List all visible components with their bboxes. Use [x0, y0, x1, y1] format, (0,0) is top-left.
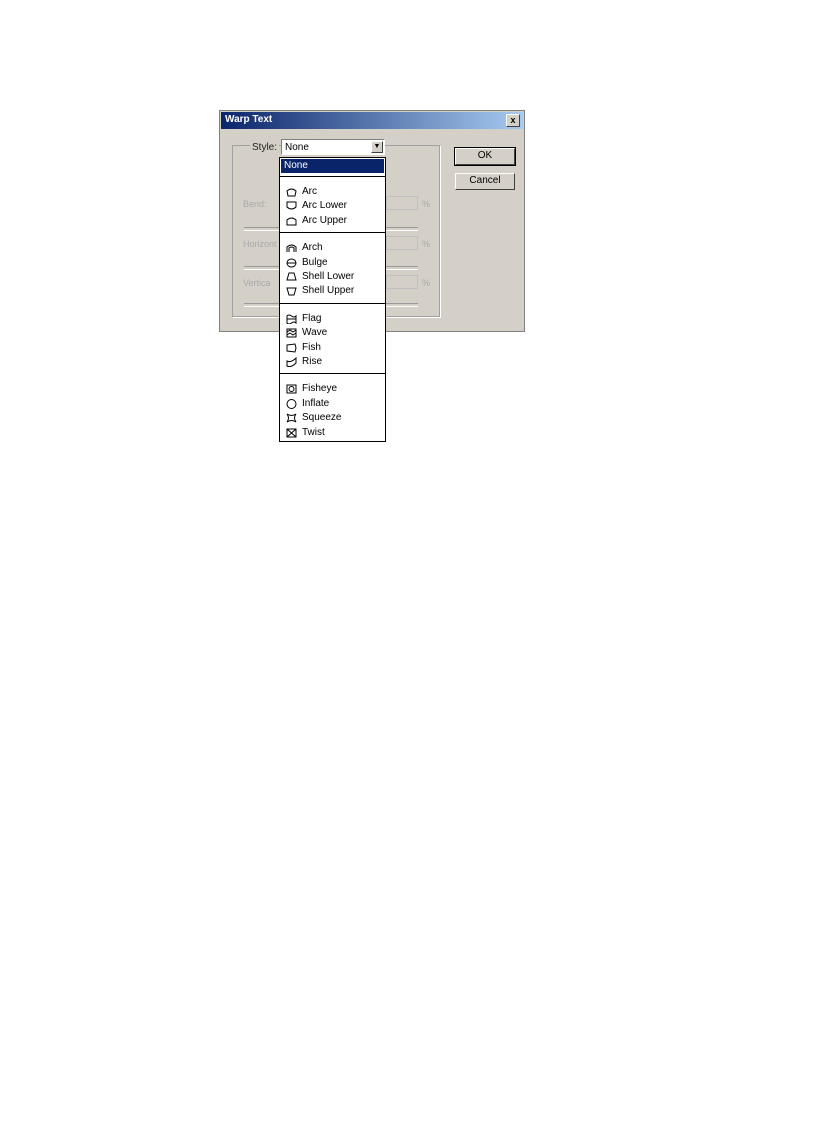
style-select-value: None: [285, 142, 309, 153]
style-option-squeeze[interactable]: Squeeze: [281, 411, 384, 425]
close-button[interactable]: x: [506, 114, 520, 127]
vertical-distortion-label: Vertica: [243, 278, 271, 288]
style-option-fisheye[interactable]: Fisheye: [281, 382, 384, 396]
style-option-label: Shell Upper: [302, 285, 355, 297]
menu-separator: [280, 176, 385, 177]
horizontal-distortion-field: [386, 236, 418, 250]
style-option-fish[interactable]: Fish: [281, 341, 384, 355]
style-option-arch[interactable]: Arch: [281, 241, 384, 255]
style-option-arc-lower[interactable]: Arc Lower: [281, 199, 384, 213]
style-option-label: Arc Upper: [302, 214, 348, 226]
ok-button[interactable]: OK: [454, 147, 516, 166]
style-option-label: Squeeze: [302, 412, 342, 424]
style-option-label: Rise: [302, 356, 323, 367]
shell-upper-icon: [286, 287, 297, 296]
shell-lower-icon: [286, 272, 297, 281]
chevron-down-icon[interactable]: ▼: [371, 141, 383, 153]
bend-percent: %: [422, 199, 431, 209]
style-option-rise[interactable]: Rise: [281, 355, 384, 369]
bulge-icon: [286, 258, 297, 268]
style-option-label: Arc: [302, 186, 317, 197]
style-option-shell-upper[interactable]: Shell Upper: [281, 284, 384, 298]
style-option-none[interactable]: None: [281, 159, 384, 173]
fish-icon: [286, 343, 297, 353]
style-option-label: Fish: [302, 341, 321, 353]
style-option-label: Shell Lower: [302, 271, 355, 282]
horizontal-percent: %: [422, 239, 431, 249]
style-dropdown-list: None Arc Arc Lower Arc Upper Arch Bulge Shell…: [279, 157, 386, 442]
style-option-arc[interactable]: Arc: [281, 185, 384, 199]
fisheye-icon: [286, 384, 297, 394]
menu-separator: [280, 232, 385, 234]
style-option-label: Fisheye: [302, 383, 338, 395]
style-option-wave[interactable]: Wave: [281, 326, 384, 340]
wave-icon: [286, 328, 297, 338]
rise-icon: [286, 357, 297, 367]
menu-separator: [280, 373, 385, 375]
style-option-flag[interactable]: Flag: [281, 312, 384, 326]
arch-icon: [286, 244, 297, 253]
style-option-bulge[interactable]: Bulge: [281, 256, 384, 270]
style-option-shell-lower[interactable]: Shell Lower: [281, 270, 384, 284]
vertical-percent: %: [422, 278, 431, 288]
style-option-label: Bulge: [302, 256, 328, 268]
style-option-label: Wave: [302, 327, 328, 339]
twist-icon: [286, 428, 297, 438]
arc-icon: [286, 188, 297, 197]
style-option-label: Arch: [302, 242, 323, 254]
bend-field: [386, 196, 418, 210]
style-option-label: Twist: [302, 426, 325, 438]
style-option-twist[interactable]: Twist: [281, 426, 384, 440]
squeeze-icon: [286, 413, 297, 423]
title-bar[interactable]: Warp Text x: [221, 112, 523, 129]
style-option-inflate[interactable]: Inflate: [281, 397, 384, 411]
horizontal-distortion-label: Horizont: [243, 239, 277, 249]
flag-icon: [286, 314, 297, 324]
inflate-icon: [286, 398, 297, 409]
dialog-title: Warp Text: [225, 114, 273, 125]
arc-lower-icon: [286, 201, 297, 210]
menu-separator: [280, 302, 385, 304]
style-option-label: Arc Lower: [302, 200, 348, 212]
bend-label: Bend:: [243, 199, 267, 209]
style-label: Style:: [250, 142, 280, 153]
style-option-arc-upper[interactable]: Arc Upper: [281, 214, 384, 228]
cancel-button[interactable]: Cancel: [455, 173, 515, 190]
arc-upper-icon: [286, 217, 297, 226]
style-option-label: Inflate: [302, 397, 330, 409]
style-option-label: Flag: [302, 312, 322, 324]
vertical-distortion-field: [386, 275, 418, 289]
style-select[interactable]: None ▼: [281, 139, 385, 155]
